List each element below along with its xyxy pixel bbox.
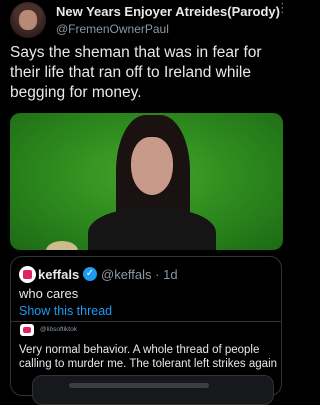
media-person-shirt	[88, 209, 216, 250]
tweet-media-video[interactable]	[10, 113, 283, 250]
inner-source-logo	[20, 324, 34, 336]
media-light-spot	[46, 241, 78, 250]
quoted-tweet-text: who cares	[19, 286, 79, 301]
author-avatar[interactable]	[10, 2, 46, 38]
quoted-tweet-card[interactable]: keffals ✓ @keffals · 1d who cares Show t…	[10, 256, 282, 405]
quoted-author-avatar	[19, 266, 36, 283]
verified-badge-icon: ✓	[83, 267, 97, 281]
tweet-header: New Years Enjoyer Atreides(Parody) @Frem…	[0, 0, 291, 40]
tweet-text: Says the sheman that was in fear for the…	[10, 44, 262, 101]
inner-embedded-tweet[interactable]	[32, 375, 274, 405]
quote-divider	[11, 321, 281, 322]
author-display-name[interactable]: New Years Enjoyer Atreides(Parody)	[56, 4, 280, 19]
avatar-face	[19, 10, 37, 30]
more-vertical-icon[interactable]: ⋮	[276, 1, 289, 20]
inner-tweet-text: Very normal behavior. A whole thread of …	[19, 344, 278, 370]
quoted-author-name: keffals	[38, 267, 80, 282]
quoted-author-handle: @keffals · 1d	[101, 267, 178, 282]
inner-source-handle: @libsoftiktok	[40, 326, 77, 333]
media-person-face	[131, 137, 173, 195]
show-thread-link[interactable]: Show this thread	[19, 304, 112, 318]
author-handle[interactable]: @FremenOwnerPaul	[56, 22, 169, 36]
